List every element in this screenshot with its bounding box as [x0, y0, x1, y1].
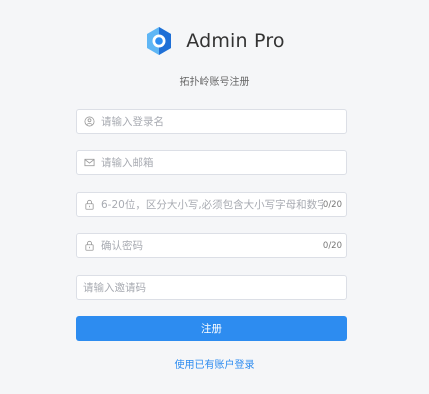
confirm-password-input[interactable] [101, 234, 323, 257]
username-field[interactable] [76, 109, 347, 134]
confirm-password-char-counter: 0/20 [322, 240, 342, 251]
confirm-password-field[interactable]: 0/20 [76, 233, 347, 258]
email-input[interactable] [101, 151, 346, 174]
email-field[interactable] [76, 150, 347, 175]
user-circle-icon [83, 116, 95, 128]
mail-icon [83, 157, 95, 169]
lock-icon [83, 199, 95, 211]
page-subtitle: 拓扑岭账号注册 [179, 77, 250, 88]
login-with-existing-account-link[interactable]: 使用已有账户登录 [0, 356, 429, 371]
app-title: Admin Pro [186, 30, 285, 52]
logo-icon [147, 27, 172, 55]
invite-code-input[interactable] [77, 276, 346, 299]
lock-icon [83, 240, 95, 252]
invite-code-field[interactable] [76, 275, 347, 300]
password-input[interactable] [101, 193, 323, 216]
username-input[interactable] [101, 110, 346, 133]
register-button[interactable]: 注册 [76, 316, 347, 341]
header: Admin Pro [0, 26, 429, 56]
password-char-counter: 0/20 [322, 199, 342, 210]
password-field[interactable]: 0/20 [76, 192, 347, 217]
